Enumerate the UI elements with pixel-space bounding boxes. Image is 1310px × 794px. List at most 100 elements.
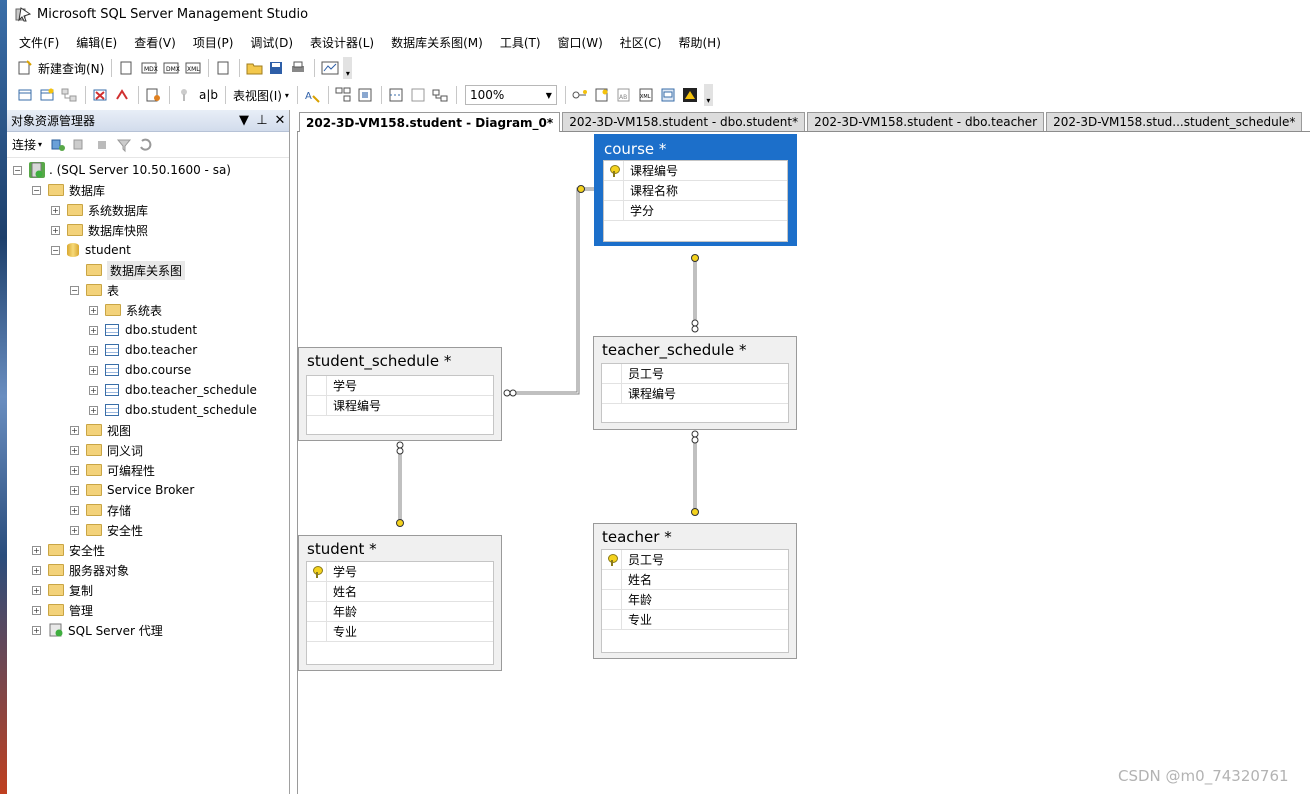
menu-file[interactable]: 文件(F)	[19, 34, 59, 51]
collapse-icon[interactable]: −	[51, 245, 60, 255]
column-row[interactable]: 年龄	[307, 602, 493, 622]
toolbar-overflow-icon[interactable]: ▾	[703, 84, 713, 106]
table-view-chevron-icon[interactable]: ▾	[285, 91, 289, 100]
tree-node-table[interactable]: + dbo.teacher	[89, 340, 197, 360]
tab-dbo-student[interactable]: 202-3D-VM158.student - dbo.student*	[562, 112, 806, 131]
pin-icon[interactable]: ⊥	[253, 113, 271, 128]
tree-node-table[interactable]: + dbo.teacher_schedule	[89, 380, 257, 400]
table-teacher[interactable]: teacher * 员工号 姓名 年龄 专业	[593, 523, 797, 659]
tree-node-db-security[interactable]: + 安全性	[70, 520, 143, 540]
add-related-tables-icon[interactable]	[61, 87, 79, 103]
tree-node-security[interactable]: + 安全性	[32, 540, 105, 560]
menu-window[interactable]: 窗口(W)	[558, 34, 603, 51]
save-icon[interactable]	[268, 60, 286, 76]
tree-node-server-objects[interactable]: + 服务器对象	[32, 560, 129, 580]
tree-node-table[interactable]: + dbo.course	[89, 360, 191, 380]
remove-from-diagram-icon[interactable]	[114, 87, 132, 103]
manage-check-constraints-icon[interactable]	[660, 87, 678, 103]
arrange-tables-icon[interactable]	[335, 87, 353, 103]
disconnect-icon[interactable]	[72, 137, 90, 153]
column-row[interactable]: 姓名	[307, 582, 493, 602]
expand-icon[interactable]: +	[51, 225, 60, 235]
expand-icon[interactable]: +	[70, 525, 79, 535]
expand-icon[interactable]: +	[89, 345, 98, 355]
column-row[interactable]: 课程编号	[604, 161, 787, 181]
menu-help[interactable]: 帮助(H)	[679, 34, 721, 51]
expand-icon[interactable]: +	[70, 485, 79, 495]
menu-project[interactable]: 项目(P)	[193, 34, 234, 51]
expand-icon[interactable]: +	[89, 365, 98, 375]
tree-node-databases[interactable]: − 数据库	[32, 180, 105, 200]
manage-xml-indexes-icon[interactable]: XML	[638, 87, 656, 103]
expand-icon[interactable]: +	[70, 505, 79, 515]
column-row[interactable]: 员工号	[602, 364, 788, 384]
panel-dropdown-icon[interactable]: ▼	[235, 113, 253, 128]
collapse-icon[interactable]: −	[70, 285, 79, 295]
tree-node-sql-agent[interactable]: + SQL Server 代理	[32, 620, 163, 640]
menu-tools[interactable]: 工具(T)	[500, 34, 541, 51]
rename-icon[interactable]: a|b	[199, 88, 218, 102]
expand-icon[interactable]: +	[51, 205, 60, 215]
manage-relationships-icon[interactable]	[572, 87, 590, 103]
menu-edit[interactable]: 编辑(E)	[76, 34, 117, 51]
expand-icon[interactable]: +	[32, 545, 41, 555]
stop-icon[interactable]	[94, 137, 112, 153]
new-table-icon[interactable]	[39, 87, 57, 103]
generate-change-script-icon[interactable]	[145, 87, 163, 103]
expand-icon[interactable]: +	[32, 565, 41, 575]
tree-node-management[interactable]: + 管理	[32, 600, 93, 620]
expand-icon[interactable]: +	[89, 305, 98, 315]
tree-node-system-databases[interactable]: + 系统数据库	[51, 200, 148, 220]
tree-node-service-broker[interactable]: + Service Broker	[70, 480, 194, 500]
tree-node-views[interactable]: + 视图	[70, 420, 131, 440]
arrange-selection-icon[interactable]	[357, 87, 375, 103]
tree-node-synonyms[interactable]: + 同义词	[70, 440, 143, 460]
table-teacher-schedule[interactable]: teacher_schedule * 员工号 课程编号	[593, 336, 797, 430]
tree-node-table[interactable]: + dbo.student_schedule	[89, 400, 257, 420]
xmla-query-icon[interactable]: XML	[184, 60, 202, 76]
table-course[interactable]: course * 课程编号 课程名称 学分	[594, 134, 797, 246]
tab-dbo-teacher[interactable]: 202-3D-VM158.student - dbo.teacher	[807, 112, 1045, 131]
diagram-canvas[interactable]: course * 课程编号 课程名称 学分 teacher_schedule *…	[297, 132, 1310, 794]
dmx-query-icon[interactable]: DMX	[162, 60, 180, 76]
expand-icon[interactable]: +	[70, 445, 79, 455]
new-file-icon[interactable]	[215, 60, 233, 76]
new-query-button[interactable]: 新建查询(N)	[38, 60, 104, 77]
tree-node-programmability[interactable]: + 可编程性	[70, 460, 155, 480]
database-engine-query-icon[interactable]	[118, 60, 136, 76]
manage-spatial-indexes-icon[interactable]	[682, 87, 700, 103]
column-row[interactable]: 课程编号	[602, 384, 788, 404]
menu-debug[interactable]: 调试(D)	[250, 34, 293, 51]
menu-database-diagram[interactable]: 数据库关系图(M)	[391, 34, 483, 51]
column-row[interactable]: 年龄	[602, 590, 788, 610]
column-row[interactable]: 学号	[307, 562, 493, 582]
relationship-labels-icon[interactable]	[432, 87, 450, 103]
page-breaks-icon[interactable]	[388, 87, 406, 103]
column-row[interactable]: 专业	[602, 610, 788, 630]
table-view-dropdown[interactable]: 表视图(I)	[233, 87, 282, 104]
close-icon[interactable]: ✕	[271, 113, 289, 128]
expand-icon[interactable]: +	[32, 605, 41, 615]
autosize-table-icon[interactable]: A	[304, 87, 322, 103]
expand-icon[interactable]: +	[89, 405, 98, 415]
menu-view[interactable]: 查看(V)	[134, 34, 176, 51]
tree-node-system-tables[interactable]: + 系统表	[89, 300, 162, 320]
recalculate-page-breaks-icon[interactable]	[410, 87, 428, 103]
zoom-dropdown[interactable]: 100% ▼	[464, 85, 557, 105]
toolbar-overflow-icon[interactable]: ▾	[343, 57, 353, 79]
expand-icon[interactable]: +	[89, 325, 98, 335]
tree-node-storage[interactable]: + 存储	[70, 500, 131, 520]
collapse-icon[interactable]: −	[32, 185, 41, 195]
tree-node-server[interactable]: − . (SQL Server 10.50.1600 - sa)	[13, 160, 231, 180]
tree-node-table[interactable]: + dbo.student	[89, 320, 197, 340]
filter-icon[interactable]	[116, 137, 134, 153]
table-student-schedule[interactable]: student_schedule * 学号 课程编号	[298, 347, 502, 441]
refresh-icon[interactable]	[138, 137, 156, 153]
menu-table-designer[interactable]: 表设计器(L)	[310, 34, 374, 51]
column-row[interactable]: 员工号	[602, 550, 788, 570]
open-folder-icon[interactable]	[246, 60, 264, 76]
connect-button[interactable]: 连接	[12, 136, 36, 153]
connect-server-icon[interactable]	[50, 137, 68, 153]
column-row[interactable]: 姓名	[602, 570, 788, 590]
tree-node-diagrams[interactable]: 数据库关系图	[86, 260, 186, 280]
